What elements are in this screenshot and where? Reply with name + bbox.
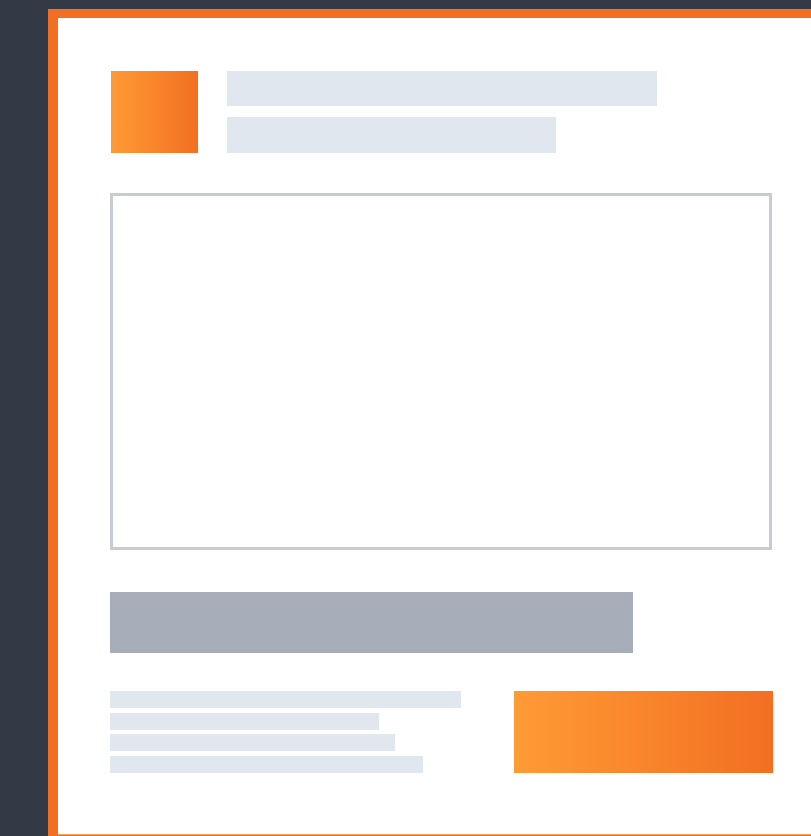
orange-frame [48,9,811,836]
main-card [58,18,811,835]
detail-line-1 [110,691,461,708]
header-title-placeholder [227,71,657,106]
detail-line-3 [110,734,395,751]
detail-line-4 [110,756,423,773]
primary-text-placeholder [110,592,633,653]
header-subtitle-placeholder [227,117,556,153]
app-screen [0,0,811,836]
primary-action-button[interactable] [514,691,773,773]
content-panel [110,193,772,550]
logo-icon [111,71,198,153]
detail-line-2 [110,713,379,730]
